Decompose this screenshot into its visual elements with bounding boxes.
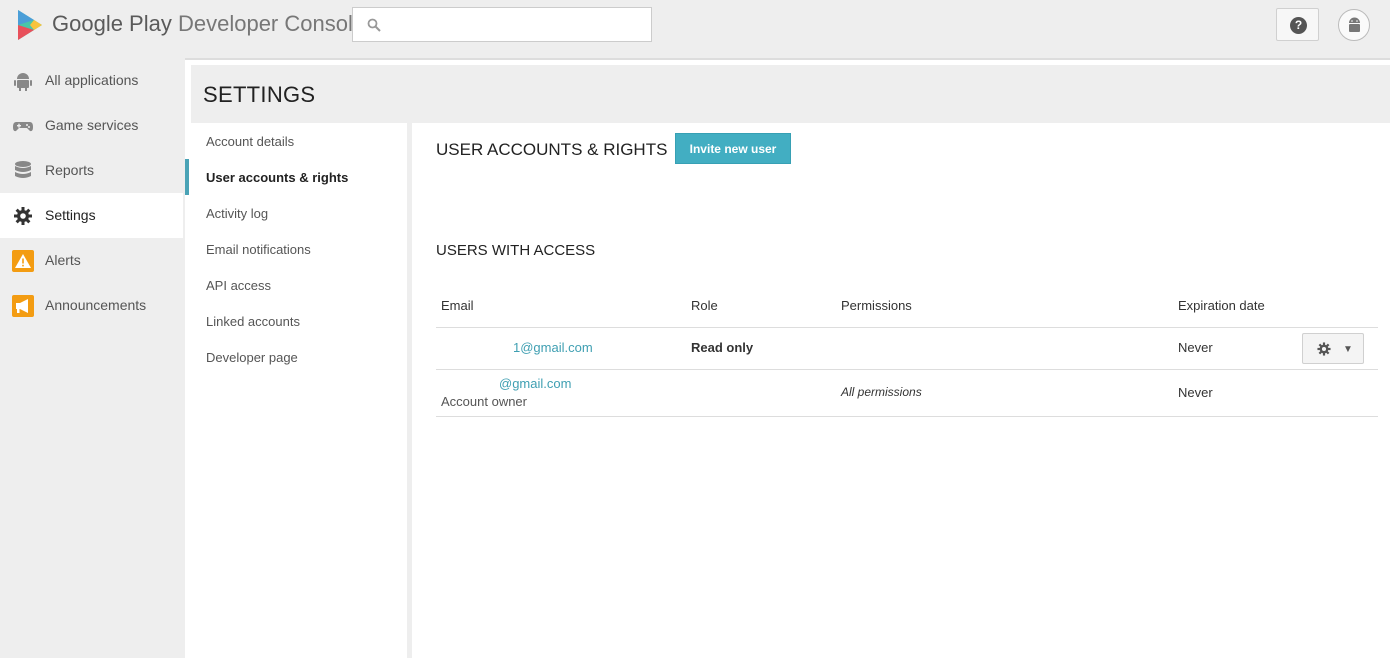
gamepad-icon — [13, 122, 33, 132]
column-header-email: Email — [441, 298, 474, 313]
subnav-item-developer-page[interactable]: Developer page — [185, 339, 407, 375]
account-owner-note: Account owner — [441, 394, 527, 409]
nav-label: Reports — [45, 162, 95, 178]
warning-icon — [12, 250, 34, 272]
subnav-item-account-details[interactable]: Account details — [185, 123, 407, 159]
megaphone-icon — [12, 295, 34, 317]
nav-item-settings[interactable]: Settings — [0, 193, 183, 238]
nav-label: Settings — [45, 207, 96, 223]
user-expiration: Never — [1178, 340, 1213, 355]
help-button[interactable]: ? — [1276, 8, 1319, 41]
subnav-label: Activity log — [206, 206, 269, 221]
main-panel: SETTINGS Account details User accounts &… — [185, 58, 1390, 658]
chevron-down-icon: ▼ — [1343, 344, 1353, 355]
subnav-item-email-notifications[interactable]: Email notifications — [185, 231, 407, 267]
subnav-item-user-accounts-rights[interactable]: User accounts & rights — [185, 159, 407, 195]
subnav-item-activity-log[interactable]: Activity log — [185, 195, 407, 231]
android-icon — [14, 73, 32, 91]
subnav-label: Email notifications — [206, 242, 311, 257]
google-play-logo-icon[interactable] — [16, 9, 44, 41]
nav-label: Alerts — [45, 252, 81, 268]
product-name: Developer Console — [177, 11, 366, 36]
android-avatar-icon — [1349, 17, 1360, 32]
nav-item-all-applications[interactable]: All applications — [0, 58, 183, 103]
user-permissions: All permissions — [841, 385, 922, 399]
nav-label: Announcements — [45, 297, 147, 313]
account-avatar[interactable] — [1338, 9, 1370, 41]
help-icon: ? — [1290, 17, 1307, 34]
nav-label: All applications — [45, 72, 139, 88]
nav-item-announcements[interactable]: Announcements — [0, 283, 183, 328]
search-icon — [367, 18, 381, 32]
database-icon — [15, 161, 31, 178]
column-header-permissions: Permissions — [841, 298, 912, 313]
nav-label: Game services — [45, 117, 139, 133]
subnav-item-api-access[interactable]: API access — [185, 267, 407, 303]
user-email-link[interactable]: 1@gmail.com — [513, 340, 593, 355]
settings-header: SETTINGS — [191, 65, 1390, 123]
brand-name: Google Play — [52, 11, 172, 36]
section-title: USER ACCOUNTS & RIGHTS — [436, 140, 668, 159]
gear-icon — [1317, 342, 1331, 356]
subnav-label: Linked accounts — [206, 314, 300, 329]
column-header-expiration: Expiration date — [1178, 298, 1265, 313]
user-role: Read only — [691, 340, 754, 355]
user-actions-dropdown[interactable]: ▼ — [1302, 333, 1364, 364]
subnav-label: User accounts & rights — [206, 170, 349, 185]
settings-subnav: Account details User accounts & rights A… — [185, 123, 412, 658]
users-with-access-title: USERS WITH ACCESS — [436, 242, 596, 259]
search-box[interactable] — [352, 7, 652, 42]
top-bar: Google Play Developer Console ? — [0, 0, 1390, 58]
table-header-row: Email Role Permissions Expiration date — [436, 286, 1378, 328]
gear-icon — [14, 207, 32, 225]
page-title: SETTINGS — [203, 82, 316, 107]
column-header-role: Role — [691, 298, 718, 313]
nav-item-game-services[interactable]: Game services — [0, 103, 183, 148]
subnav-label: API access — [206, 278, 272, 293]
table-row: 1@gmail.com Read only Never ▼ — [436, 328, 1378, 370]
subnav-item-linked-accounts[interactable]: Linked accounts — [185, 303, 407, 339]
app-title[interactable]: Google Play Developer Console — [52, 11, 365, 37]
subnav-label: Account details — [206, 134, 295, 149]
subnav-label: Developer page — [206, 350, 298, 365]
owner-email-link[interactable]: @gmail.com — [499, 376, 571, 391]
search-input[interactable] — [393, 14, 643, 36]
content-area: USER ACCOUNTS & RIGHTS Invite new user U… — [436, 123, 1386, 658]
nav-item-alerts[interactable]: Alerts — [0, 238, 183, 283]
nav-item-reports[interactable]: Reports — [0, 148, 183, 193]
user-expiration: Never — [1178, 385, 1213, 400]
left-nav: All applications Game services Reports S… — [0, 58, 185, 658]
invite-new-user-button[interactable]: Invite new user — [675, 133, 791, 164]
table-row: @gmail.com Account owner All permissions… — [436, 370, 1378, 417]
